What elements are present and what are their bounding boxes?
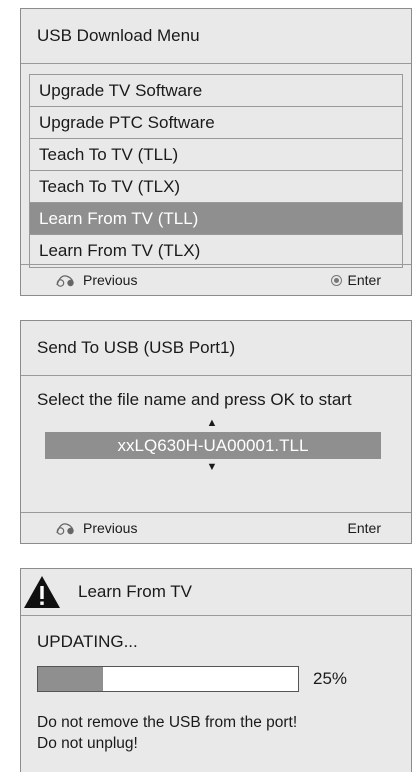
panel-footer: Previous Enter [21,264,411,295]
menu-item-teach-to-tv-tll[interactable]: Teach To TV (TLL) [30,139,402,171]
previous-label: Previous [83,520,138,536]
down-arrow-icon[interactable]: ▼ [29,459,395,475]
learn-from-tv-progress-panel: Learn From TV UPDATING... 25% Do not rem… [20,568,412,772]
warning-line-1: Do not remove the USB from the port! [37,714,298,731]
previous-label: Previous [83,272,138,288]
enter-label: Enter [347,520,381,536]
warning-icon [24,576,60,608]
enter-button[interactable]: Enter [330,272,381,288]
menu-list: Upgrade TV Software Upgrade PTC Software… [29,74,403,268]
back-remote-icon [56,523,74,535]
previous-button[interactable]: Previous [55,520,137,536]
progress-bar-fill [38,667,103,691]
menu-item-upgrade-ptc-software[interactable]: Upgrade PTC Software [30,107,402,139]
progress-bar [37,666,299,692]
progress-percent: 25% [313,669,348,688]
panel-title: Learn From TV [78,582,193,601]
menu-item-teach-to-tv-tlx[interactable]: Teach To TV (TLX) [30,171,402,203]
file-name-selector[interactable]: xxLQ630H-UA00001.TLL [45,432,381,459]
instruction-text: Select the file name and press OK to sta… [37,390,352,409]
usb-download-menu-panel: USB Download Menu Upgrade TV Software Up… [20,8,412,296]
panel-title: USB Download Menu [21,9,411,64]
send-to-usb-panel: Send To USB (USB Port1) Select the file … [20,320,412,544]
warning-line-2: Do not unplug! [37,735,138,752]
panel-title: Send To USB (USB Port1) [21,321,411,376]
ok-button-icon [330,274,342,286]
menu-item-learn-from-tv-tll[interactable]: Learn From TV (TLL) [30,203,402,235]
previous-button[interactable]: Previous [55,272,137,288]
enter-button[interactable]: Enter [348,520,381,536]
panel-footer: Previous Enter [21,512,411,543]
enter-label: Enter [347,272,381,288]
up-arrow-icon[interactable]: ▲ [29,415,395,431]
warning-message: Do not remove the USB from the port! Do … [37,712,411,754]
panel-header: Learn From TV [21,569,411,616]
status-text: UPDATING... [37,632,138,651]
menu-item-upgrade-tv-software[interactable]: Upgrade TV Software [30,75,402,107]
back-remote-icon [56,275,74,287]
menu-item-learn-from-tv-tlx[interactable]: Learn From TV (TLX) [30,235,402,267]
